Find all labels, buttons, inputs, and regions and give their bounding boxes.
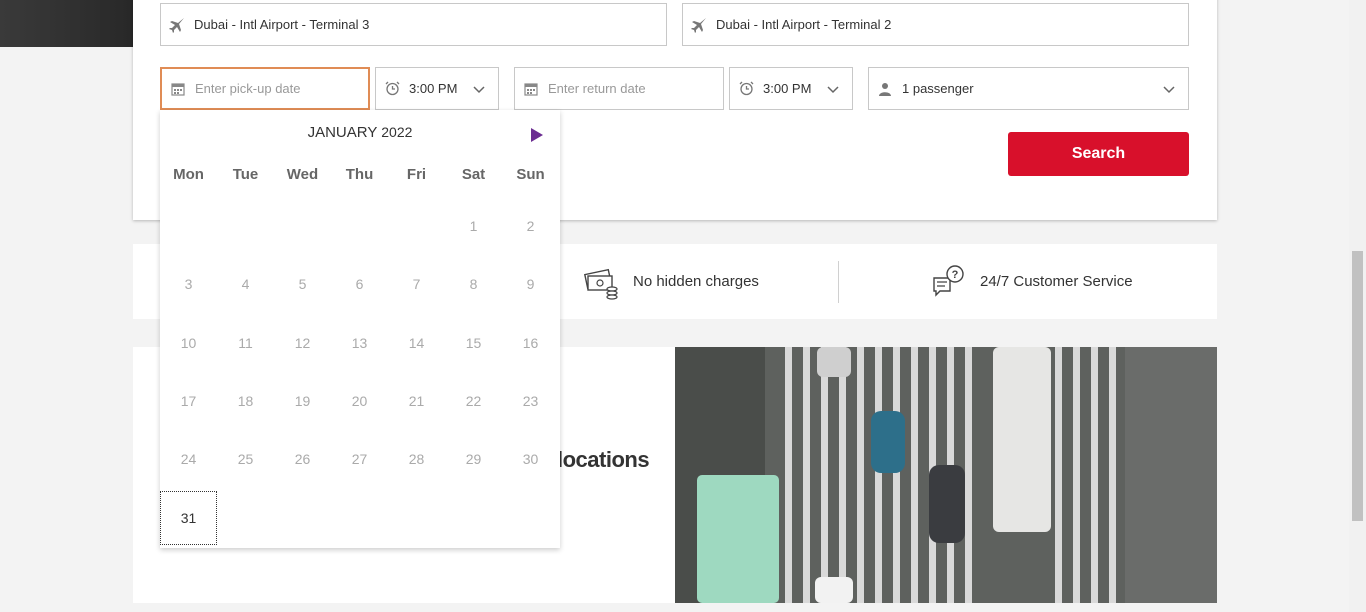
calendar-day[interactable]: 12	[274, 316, 331, 370]
calendar-day[interactable]: 14	[388, 316, 445, 370]
calendar-day[interactable]: 23	[502, 374, 559, 428]
weekday-label: Wed	[286, 166, 319, 183]
feature-label: No hidden charges	[633, 273, 759, 290]
return-location-value: Dubai - Intl Airport - Terminal 2	[716, 17, 892, 32]
calendar-day[interactable]: 25	[217, 432, 274, 486]
next-month-arrow-icon[interactable]	[530, 127, 544, 143]
weekday-label: Thu	[345, 166, 374, 183]
calendar-day[interactable]: 6	[331, 257, 388, 311]
feature-no-hidden-charges: No hidden charges	[583, 244, 759, 319]
svg-text:?: ?	[952, 269, 959, 281]
weekday-label: Tue	[232, 166, 259, 183]
return-date-placeholder: Enter return date	[548, 81, 646, 96]
calendar-day[interactable]: 3	[160, 257, 217, 311]
calendar-day[interactable]: 27	[331, 432, 388, 486]
calendar-day[interactable]: 21	[388, 374, 445, 428]
pickup-date-placeholder: Enter pick-up date	[195, 81, 301, 96]
search-button[interactable]: Search	[1008, 132, 1189, 176]
passenger-value: 1 passenger	[902, 81, 974, 96]
weekday-label: Sat	[461, 166, 486, 183]
calendar-day[interactable]: 13	[331, 316, 388, 370]
calendar-day[interactable]: 18	[217, 374, 274, 428]
weekday-label: Sun	[516, 166, 545, 183]
feature-customer-service: ? 24/7 Customer Service	[930, 244, 1133, 319]
chevron-down-icon	[1163, 86, 1175, 94]
return-date-input[interactable]: Enter return date	[514, 67, 724, 110]
calendar-day[interactable]: 4	[217, 257, 274, 311]
calendar-day[interactable]: 15	[445, 316, 502, 370]
calendar-day[interactable]: 2	[502, 199, 559, 253]
pickup-location-field[interactable]: Dubai - Intl Airport - Terminal 3	[160, 3, 667, 46]
calendar-icon	[170, 81, 186, 97]
calendar-day[interactable]: 10	[160, 316, 217, 370]
pickup-date-input[interactable]: Enter pick-up date	[160, 67, 370, 110]
calendar-day[interactable]: 17	[160, 374, 217, 428]
return-time-value: 3:00 PM	[763, 81, 812, 96]
calendar-day[interactable]: 11	[217, 316, 274, 370]
calendar-day[interactable]: 24	[160, 432, 217, 486]
street-crossing-photo	[675, 347, 1217, 603]
passenger-select[interactable]: 1 passenger	[868, 67, 1189, 110]
calendar-day[interactable]: 30	[502, 432, 559, 486]
calendar-day[interactable]: 1	[445, 199, 502, 253]
date-picker-calendar: JANUARY 2022 Mon Tue Wed Thu Fri Sat Sun…	[160, 110, 560, 548]
calendar-day[interactable]: 19	[274, 374, 331, 428]
calendar-day[interactable]: 20	[331, 374, 388, 428]
weekday-label: Mon	[173, 166, 204, 183]
chevron-down-icon	[827, 86, 839, 94]
calendar-day[interactable]: 28	[388, 432, 445, 486]
alarm-clock-icon	[384, 81, 400, 97]
alarm-clock-icon	[738, 81, 754, 97]
calendar-day[interactable]: 5	[274, 257, 331, 311]
calendar-month: JANUARY	[307, 124, 378, 141]
chevron-down-icon	[473, 86, 485, 94]
chat-support-icon: ?	[933, 264, 964, 297]
feature-label: 24/7 Customer Service	[980, 273, 1133, 290]
calendar-header: JANUARY 2022	[160, 124, 560, 141]
plane-icon	[691, 17, 707, 33]
weekday-label: Fri	[406, 166, 427, 183]
money-icon	[583, 268, 618, 300]
page-scrollbar[interactable]	[1349, 0, 1366, 612]
person-icon	[877, 81, 893, 97]
return-location-field[interactable]: Dubai - Intl Airport - Terminal 2	[682, 3, 1189, 46]
calendar-day[interactable]: 16	[502, 316, 559, 370]
promo-headline: locations	[557, 447, 650, 472]
calendar-day[interactable]: 7	[388, 257, 445, 311]
calendar-year: 2022	[381, 124, 413, 140]
calendar-day[interactable]: 26	[274, 432, 331, 486]
pickup-time-value: 3:00 PM	[409, 81, 458, 96]
calendar-day[interactable]: 8	[445, 257, 502, 311]
calendar-icon	[523, 81, 539, 97]
divider	[838, 261, 839, 303]
return-time-select[interactable]: 3:00 PM	[729, 67, 853, 110]
plane-icon	[169, 17, 185, 33]
pickup-time-select[interactable]: 3:00 PM	[375, 67, 499, 110]
calendar-day[interactable]: 9	[502, 257, 559, 311]
calendar-day[interactable]: 22	[445, 374, 502, 428]
calendar-day-selected[interactable]: 31	[160, 491, 217, 545]
scrollbar-thumb[interactable]	[1352, 251, 1363, 521]
calendar-day[interactable]: 29	[445, 432, 502, 486]
pickup-location-value: Dubai - Intl Airport - Terminal 3	[194, 17, 370, 32]
